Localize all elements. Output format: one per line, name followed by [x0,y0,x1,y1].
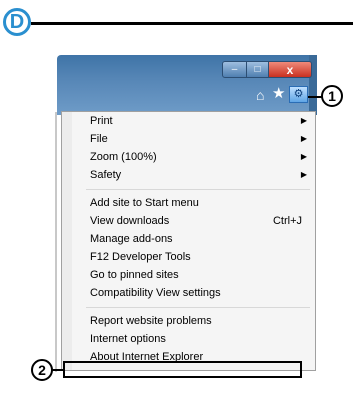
step-d-divider [31,22,353,25]
menu-item-label: Compatibility View settings [90,287,221,299]
menu-item-safety[interactable]: Safety ▶ [90,166,310,184]
menu-item-label: F12 Developer Tools [90,251,191,263]
submenu-arrow-icon: ▶ [300,152,307,161]
minimize-button[interactable]: – [222,61,247,78]
menu-gutter [62,112,72,370]
tools-menu: Print ▶ File ▶ Zoom (100%) ▶ Safety ▶ Ad… [61,111,316,371]
menu-item-file[interactable]: File ▶ [90,130,310,148]
menu-item-pinned-sites[interactable]: Go to pinned sites [90,266,310,284]
step-d-badge: D [3,8,31,36]
menu-item-developer-tools[interactable]: F12 Developer Tools [90,248,310,266]
favorites-star-icon[interactable]: ★ [272,86,286,101]
menu-item-compat-view[interactable]: Compatibility View settings [90,284,310,302]
menu-item-view-downloads[interactable]: View downloads Ctrl+J [90,212,310,230]
menu-item-label: Zoom (100%) [90,151,157,163]
close-button[interactable]: x [269,61,312,78]
menu-item-label: Report website problems [90,315,212,327]
submenu-arrow-icon: ▶ [300,170,307,179]
submenu-arrow-icon: ▶ [300,116,307,125]
menu-item-label: View downloads [90,215,170,227]
menu-item-label: Print [90,115,113,127]
internet-options-highlight [63,361,302,378]
callout-2: 2 [31,359,53,381]
menu-item-report-problems[interactable]: Report website problems [90,312,310,330]
menu-item-label: Go to pinned sites [90,269,179,281]
menu-item-zoom[interactable]: Zoom (100%) ▶ [90,148,310,166]
callout-1-leader [308,96,322,98]
menu-item-print[interactable]: Print ▶ [90,112,310,130]
menu-separator [86,307,310,308]
tools-button[interactable]: ⚙ [289,86,308,103]
menu-shortcut: Ctrl+J [272,215,302,227]
home-icon[interactable]: ⌂ [256,88,270,102]
menu-item-label: Internet options [90,333,166,345]
menu-item-label: Manage add-ons [90,233,173,245]
callout-2-leader [52,369,64,371]
menu-item-label: File [90,133,108,145]
menu-item-label: Add site to Start menu [90,197,199,209]
menu-item-manage-addons[interactable]: Manage add-ons [90,230,310,248]
menu-item-add-site[interactable]: Add site to Start menu [90,194,310,212]
gear-icon: ⚙ [293,88,304,100]
menu-separator [86,189,310,190]
window-controls: – □ x [222,61,312,78]
callout-1: 1 [321,85,343,107]
maximize-button[interactable]: □ [247,61,269,78]
menu-item-label: Safety [90,169,122,181]
submenu-arrow-icon: ▶ [300,134,307,143]
menu-item-internet-options[interactable]: Internet options [90,330,310,348]
page-edge [55,112,57,372]
